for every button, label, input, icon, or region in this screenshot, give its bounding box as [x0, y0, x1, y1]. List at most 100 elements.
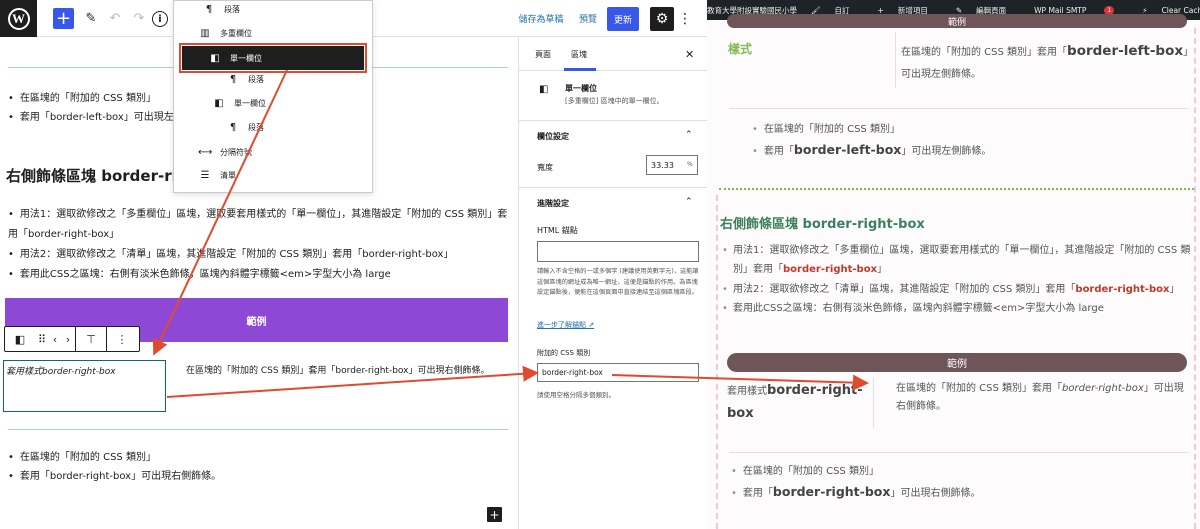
preview-button[interactable]: 預覽	[576, 8, 600, 29]
list-view-item-separator[interactable]: ⟷ 分隔符號	[198, 141, 252, 163]
external-link-icon: ↗	[588, 321, 595, 329]
list-view-item-columns[interactable]: ▥ 多重欄位	[198, 22, 252, 44]
redo-button[interactable]: ↷	[130, 8, 148, 29]
column-paragraph[interactable]: 在區塊的「附加的 CSS 類別」套用「border-right-box」可出現右…	[186, 363, 506, 380]
dotted-separator	[719, 188, 1194, 190]
list-view-item-list[interactable]: ☰ 清單	[198, 164, 236, 186]
list-view-panel: ¶ 段落 ▥ 多重欄位 ◧ 單一欄位 ¶ 段落 ◧ 單一欄位 ¶ 段落 ⟷ 分隔符號 ☰ 清單	[173, 0, 373, 193]
separator	[729, 108, 1189, 109]
example-column-1: 套用樣式border-right-box	[727, 383, 863, 421]
separator	[729, 452, 1189, 453]
left-border-decoration	[716, 195, 718, 529]
list-item[interactable]: 套用「border-right-box」可出現右側飾條。	[8, 467, 221, 486]
right-border-decoration	[1194, 28, 1200, 529]
more-vertical-icon[interactable]: ⋮	[107, 327, 137, 351]
chevron-right-icon[interactable]: ›	[61, 327, 75, 351]
block-editor: W + ✎ ↶ ↷ i 儲存為草稿 預覽 更新 ⚙ ⋮ ¶ 段落 ▥ 多重欄位 ◧ 單…	[0, 0, 707, 529]
chevron-up-icon[interactable]: ⌃	[685, 197, 693, 207]
html-anchor-help: 請輸入不含空格的一或多個字 (建議使用英數字元)，這能讓這個區塊的網址成為唯一網…	[537, 268, 699, 296]
wordpress-logo[interactable]: W	[0, 0, 37, 37]
vertical-align-top-icon[interactable]: ⊤	[76, 327, 106, 351]
frontend-preview: 教育大學附設實驗國民小學 🖌 自訂 + 新增項目 ✎ 編輯頁面 WP Mail SMT…	[707, 0, 1200, 529]
list-item: 在區塊的「附加的 CSS 類別」	[752, 120, 991, 140]
width-label: 寬度	[537, 163, 553, 172]
panel-divider	[519, 187, 707, 188]
save-draft-button[interactable]: 儲存為草稿	[515, 8, 567, 29]
tools-button[interactable]: ✎	[82, 8, 100, 29]
left-list: 在區塊的「附加的 CSS 類別」 套用「border-left-box」可出現左…	[752, 120, 991, 162]
undo-icon: ↶	[109, 11, 121, 26]
tab-page[interactable]: 頁面	[535, 49, 551, 60]
info-icon: i	[158, 13, 162, 25]
chevron-left-icon[interactable]: ‹	[49, 327, 61, 351]
style-description: 在區塊的「附加的 CSS 類別」套用「border-left-box」可出現左側…	[901, 43, 1189, 80]
css-class-label: 附加的 CSS 類別	[537, 349, 591, 357]
width-unit[interactable]: %	[687, 161, 693, 168]
block-card-title: 單一欄位	[565, 84, 597, 93]
block-inserter-button[interactable]: +	[487, 507, 502, 522]
column-icon[interactable]: ◧	[5, 327, 35, 351]
list-block-left[interactable]: 在區塊的「附加的 CSS 類別」 套用「border-left-box」可出現左	[8, 89, 174, 127]
list-view-item-paragraph[interactable]: ¶ 段落	[226, 116, 264, 138]
css-class-help: 請使用空格分隔多個類別。	[537, 391, 615, 399]
paragraph-icon: ¶	[229, 73, 237, 85]
advanced-settings-toggle[interactable]: 進階設定	[537, 198, 569, 209]
list-item[interactable]: 在區塊的「附加的 CSS 類別」	[8, 89, 174, 108]
redo-icon: ↷	[133, 11, 145, 26]
settings-button[interactable]: ⚙	[650, 7, 674, 31]
learn-more-link[interactable]: 進一步了解錨點 ↗	[537, 320, 594, 330]
section-heading: 右側飾條區塊 border-right-box	[720, 217, 925, 232]
css-class-input[interactable]: border-right-box	[537, 363, 699, 382]
html-anchor-label: HTML 錨點	[537, 226, 578, 235]
list-item: 用法2：選取欲修改之「清單」區塊，其進階設定「附加的 CSS 類別」套用「bor…	[720, 280, 1192, 300]
list-item[interactable]: 在區塊的「附加的 CSS 類別」	[8, 448, 221, 467]
list-view-item-column[interactable]: ◧ 單一欄位	[212, 92, 266, 114]
list-view-item-column-selected[interactable]: ◧ 單一欄位	[179, 43, 367, 73]
list-item: 用法1：選取欲修改之「多重欄位」區塊，選取要套用樣式的「單一欄位」，其進階設定「…	[720, 241, 1192, 280]
more-vertical-icon: ⋮	[678, 10, 692, 27]
block-card-description: [多重欄位] 區塊中的單一欄位。	[565, 97, 664, 105]
column-divider	[873, 378, 874, 428]
block-toolbar: ◧ ⠿ ‹ › ⊤ ⋮	[4, 326, 140, 352]
columns-icon: ▥	[200, 27, 210, 39]
separator-icon: ⟷	[198, 146, 213, 158]
block-card: ◧ 單一欄位 [多重欄位] 區塊中的單一欄位。	[519, 71, 707, 121]
gear-icon: ⚙	[655, 11, 669, 27]
heading-block[interactable]: 右側飾條區塊 border-rig	[6, 165, 187, 186]
usage-list: 用法1：選取欲修改之「多重欄位」區塊，選取要套用樣式的「單一欄位」，其進階設定「…	[720, 241, 1192, 318]
list-view-item-paragraph[interactable]: ¶ 段落	[226, 68, 264, 90]
list-view-item-paragraph[interactable]: ¶ 段落	[202, 0, 240, 20]
list-item[interactable]: 用法1：選取欲修改之「多重欄位」區塊，選取要套用樣式的「單一欄位」，其進階設定「…	[8, 205, 516, 245]
list-block-right[interactable]: 在區塊的「附加的 CSS 類別」 套用「border-right-box」可出現…	[8, 448, 221, 486]
separator-block[interactable]	[8, 429, 508, 430]
column-divider	[895, 32, 896, 88]
plus-icon: +	[55, 7, 72, 29]
chevron-up-icon[interactable]: ⌃	[685, 130, 693, 140]
example-heading: 範例	[727, 353, 1187, 372]
column-settings-toggle[interactable]: 欄位設定	[537, 131, 569, 142]
tab-block[interactable]: 區塊	[571, 49, 587, 60]
column-icon: ◧	[210, 52, 220, 64]
example-heading: 範例	[727, 14, 1187, 28]
undo-button[interactable]: ↶	[106, 8, 124, 29]
list-item: 套用此CSS之區塊：右側有淡米色飾條，區塊內斜體字標籤<em>字型大小為 lar…	[720, 299, 1192, 319]
style-label: 樣式	[728, 42, 753, 56]
close-icon[interactable]: ✕	[685, 48, 694, 61]
list-item: 套用「border-right-box」可出現右側飾條。	[731, 482, 981, 504]
right-list: 在區塊的「附加的 CSS 類別」 套用「border-right-box」可出現…	[731, 462, 981, 504]
list-item[interactable]: 套用此CSS之區塊：右側有淡米色飾條，區塊內斜體字標籤<em>字型大小為 lar…	[8, 265, 516, 285]
list-item: 套用「border-left-box」可出現左側飾條。	[752, 140, 991, 162]
list-item[interactable]: 用法2：選取欲修改之「清單」區塊，其進階設定「附加的 CSS 類別」套用「bor…	[8, 245, 516, 265]
options-button[interactable]: ⋮	[678, 8, 692, 29]
drag-handle-icon[interactable]: ⠿	[35, 327, 49, 351]
sidebar-tabs: 頁面 區塊 ✕	[519, 37, 707, 71]
add-block-button[interactable]: +	[53, 8, 74, 29]
selected-column-block[interactable]: 套用樣式border-right-box	[3, 360, 166, 412]
update-button[interactable]: 更新	[607, 7, 639, 31]
html-anchor-input[interactable]	[537, 241, 699, 262]
usage-list-block[interactable]: 用法1：選取欲修改之「多重欄位」區塊，選取要套用樣式的「單一欄位」，其進階設定「…	[8, 205, 516, 285]
details-button[interactable]: i	[152, 11, 168, 27]
list-item[interactable]: 套用「border-left-box」可出現左	[8, 108, 174, 127]
plus-icon: +	[489, 507, 500, 522]
paragraph-icon: ¶	[229, 121, 237, 133]
